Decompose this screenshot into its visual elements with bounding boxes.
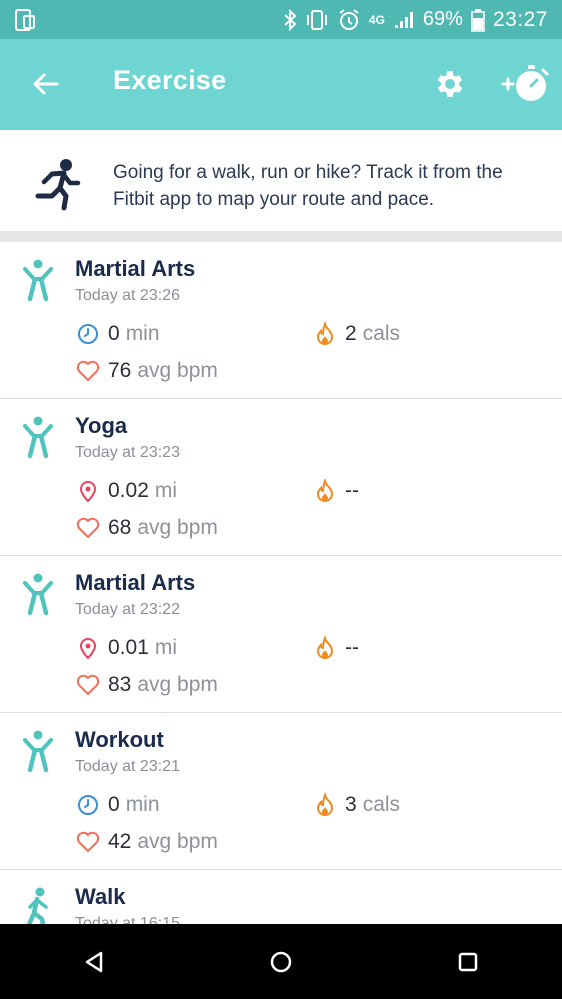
distance-stat: 0.01 mi (76, 636, 177, 660)
back-button[interactable] (28, 67, 62, 101)
stat-unit: mi (154, 479, 178, 502)
location-pin-icon (76, 636, 100, 660)
nav-recents-button[interactable] (438, 932, 498, 992)
tip-text: Going for a walk, run or hike? Track it … (113, 162, 503, 210)
person-activity-icon (23, 730, 53, 773)
gear-icon (437, 71, 463, 97)
settings-button[interactable] (430, 64, 470, 104)
network-type: 4G (368, 12, 385, 27)
calories-stat: 2 cals (313, 322, 400, 346)
status-bar: 4G 69% 23:27 (0, 0, 562, 39)
heart-icon (76, 673, 100, 697)
duration-stat: 0 min (76, 793, 160, 817)
stat-value: 0.01 (108, 636, 149, 659)
nav-back-button[interactable] (64, 932, 124, 992)
circle-home-icon (270, 951, 292, 972)
exercise-time: Today at 23:26 (75, 287, 180, 304)
exercise-item[interactable]: Workout Today at 23:21 0 min 3 cals 42 a… (0, 713, 562, 870)
add-stopwatch-icon (501, 65, 549, 101)
exercise-name: Martial Arts (75, 570, 196, 595)
app-bar: Exercise (0, 39, 562, 130)
exercise-item[interactable]: Martial Arts Today at 23:22 0.01 mi -- 8… (0, 556, 562, 713)
exercise-name: Walk (75, 884, 126, 909)
stat-value: -- (345, 479, 359, 502)
stat-value: 42 (108, 830, 132, 853)
stat-unit: avg bpm (137, 359, 218, 382)
exercise-list[interactable]: Martial Arts Today at 23:26 0 min 2 cals… (0, 242, 562, 924)
stat-unit: avg bpm (137, 830, 218, 853)
heart-icon (76, 359, 100, 383)
person-activity-icon (23, 573, 53, 616)
exercise-item[interactable]: Martial Arts Today at 23:26 0 min 2 cals… (0, 242, 562, 399)
person-activity-icon (23, 259, 53, 302)
clock-icon (76, 322, 100, 346)
page-title: Exercise (113, 65, 227, 95)
track-tip-banner: Going for a walk, run or hike? Track it … (0, 130, 562, 231)
exercise-name: Martial Arts (75, 256, 196, 281)
clock-icon (76, 793, 100, 817)
stat-value: 0 (108, 793, 120, 816)
heart-icon (76, 516, 100, 540)
phone-screen-icon (14, 8, 36, 32)
heart-icon (76, 830, 100, 854)
location-pin-icon (76, 479, 100, 503)
calories-stat: 3 cals (313, 793, 400, 817)
stat-value: 83 (108, 673, 132, 696)
duration-stat: 0 min (76, 322, 160, 346)
vibrate-icon (305, 9, 329, 31)
heart-rate-stat: 42 avg bpm (76, 830, 218, 854)
runner-icon (35, 159, 81, 211)
stat-unit: avg bpm (137, 673, 218, 696)
exercise-time: Today at 23:21 (75, 758, 180, 775)
alarm-icon (337, 8, 361, 32)
flame-icon (313, 636, 337, 660)
bluetooth-icon (283, 8, 297, 31)
heart-rate-stat: 76 avg bpm (76, 359, 218, 383)
arrow-left-icon (33, 73, 59, 95)
walker-icon (26, 887, 48, 924)
exercise-time: Today at 16:15 (75, 915, 180, 924)
flame-icon (313, 479, 337, 503)
flame-icon (313, 793, 337, 817)
exercise-item[interactable]: Walk Today at 16:15 (0, 870, 562, 924)
stat-unit: min (125, 322, 160, 345)
add-exercise-button[interactable] (498, 60, 552, 106)
stat-value: 2 (345, 322, 357, 345)
triangle-back-icon (85, 951, 102, 972)
battery-icon (471, 8, 485, 32)
exercise-item[interactable]: Yoga Today at 23:23 0.02 mi -- 68 avg bp… (0, 399, 562, 556)
heart-rate-stat: 83 avg bpm (76, 673, 218, 697)
stat-unit: cals (362, 322, 401, 345)
stat-value: 3 (345, 793, 357, 816)
stat-value: 0.02 (108, 479, 149, 502)
stat-unit: mi (154, 636, 178, 659)
heart-rate-stat: 68 avg bpm (76, 516, 218, 540)
exercise-name: Workout (75, 727, 164, 752)
flame-icon (313, 322, 337, 346)
clock-time: 23:27 (492, 7, 548, 31)
nav-home-button[interactable] (251, 932, 311, 992)
signal-icon (393, 10, 415, 30)
stat-value: 68 (108, 516, 132, 539)
stat-value: 0 (108, 322, 120, 345)
stat-unit: cals (362, 793, 401, 816)
stat-value: -- (345, 636, 359, 659)
square-recents-icon (459, 952, 478, 971)
exercise-time: Today at 23:23 (75, 444, 180, 461)
stat-value: 76 (108, 359, 132, 382)
calories-stat: -- (313, 636, 365, 660)
calories-stat: -- (313, 479, 365, 503)
person-activity-icon (23, 416, 53, 459)
system-nav-bar (0, 924, 562, 999)
stat-unit: min (125, 793, 160, 816)
battery-percent: 69% (422, 8, 463, 30)
section-divider (0, 231, 562, 242)
exercise-time: Today at 23:22 (75, 601, 180, 618)
stat-unit: avg bpm (137, 516, 218, 539)
exercise-name: Yoga (75, 413, 128, 438)
distance-stat: 0.02 mi (76, 479, 177, 503)
